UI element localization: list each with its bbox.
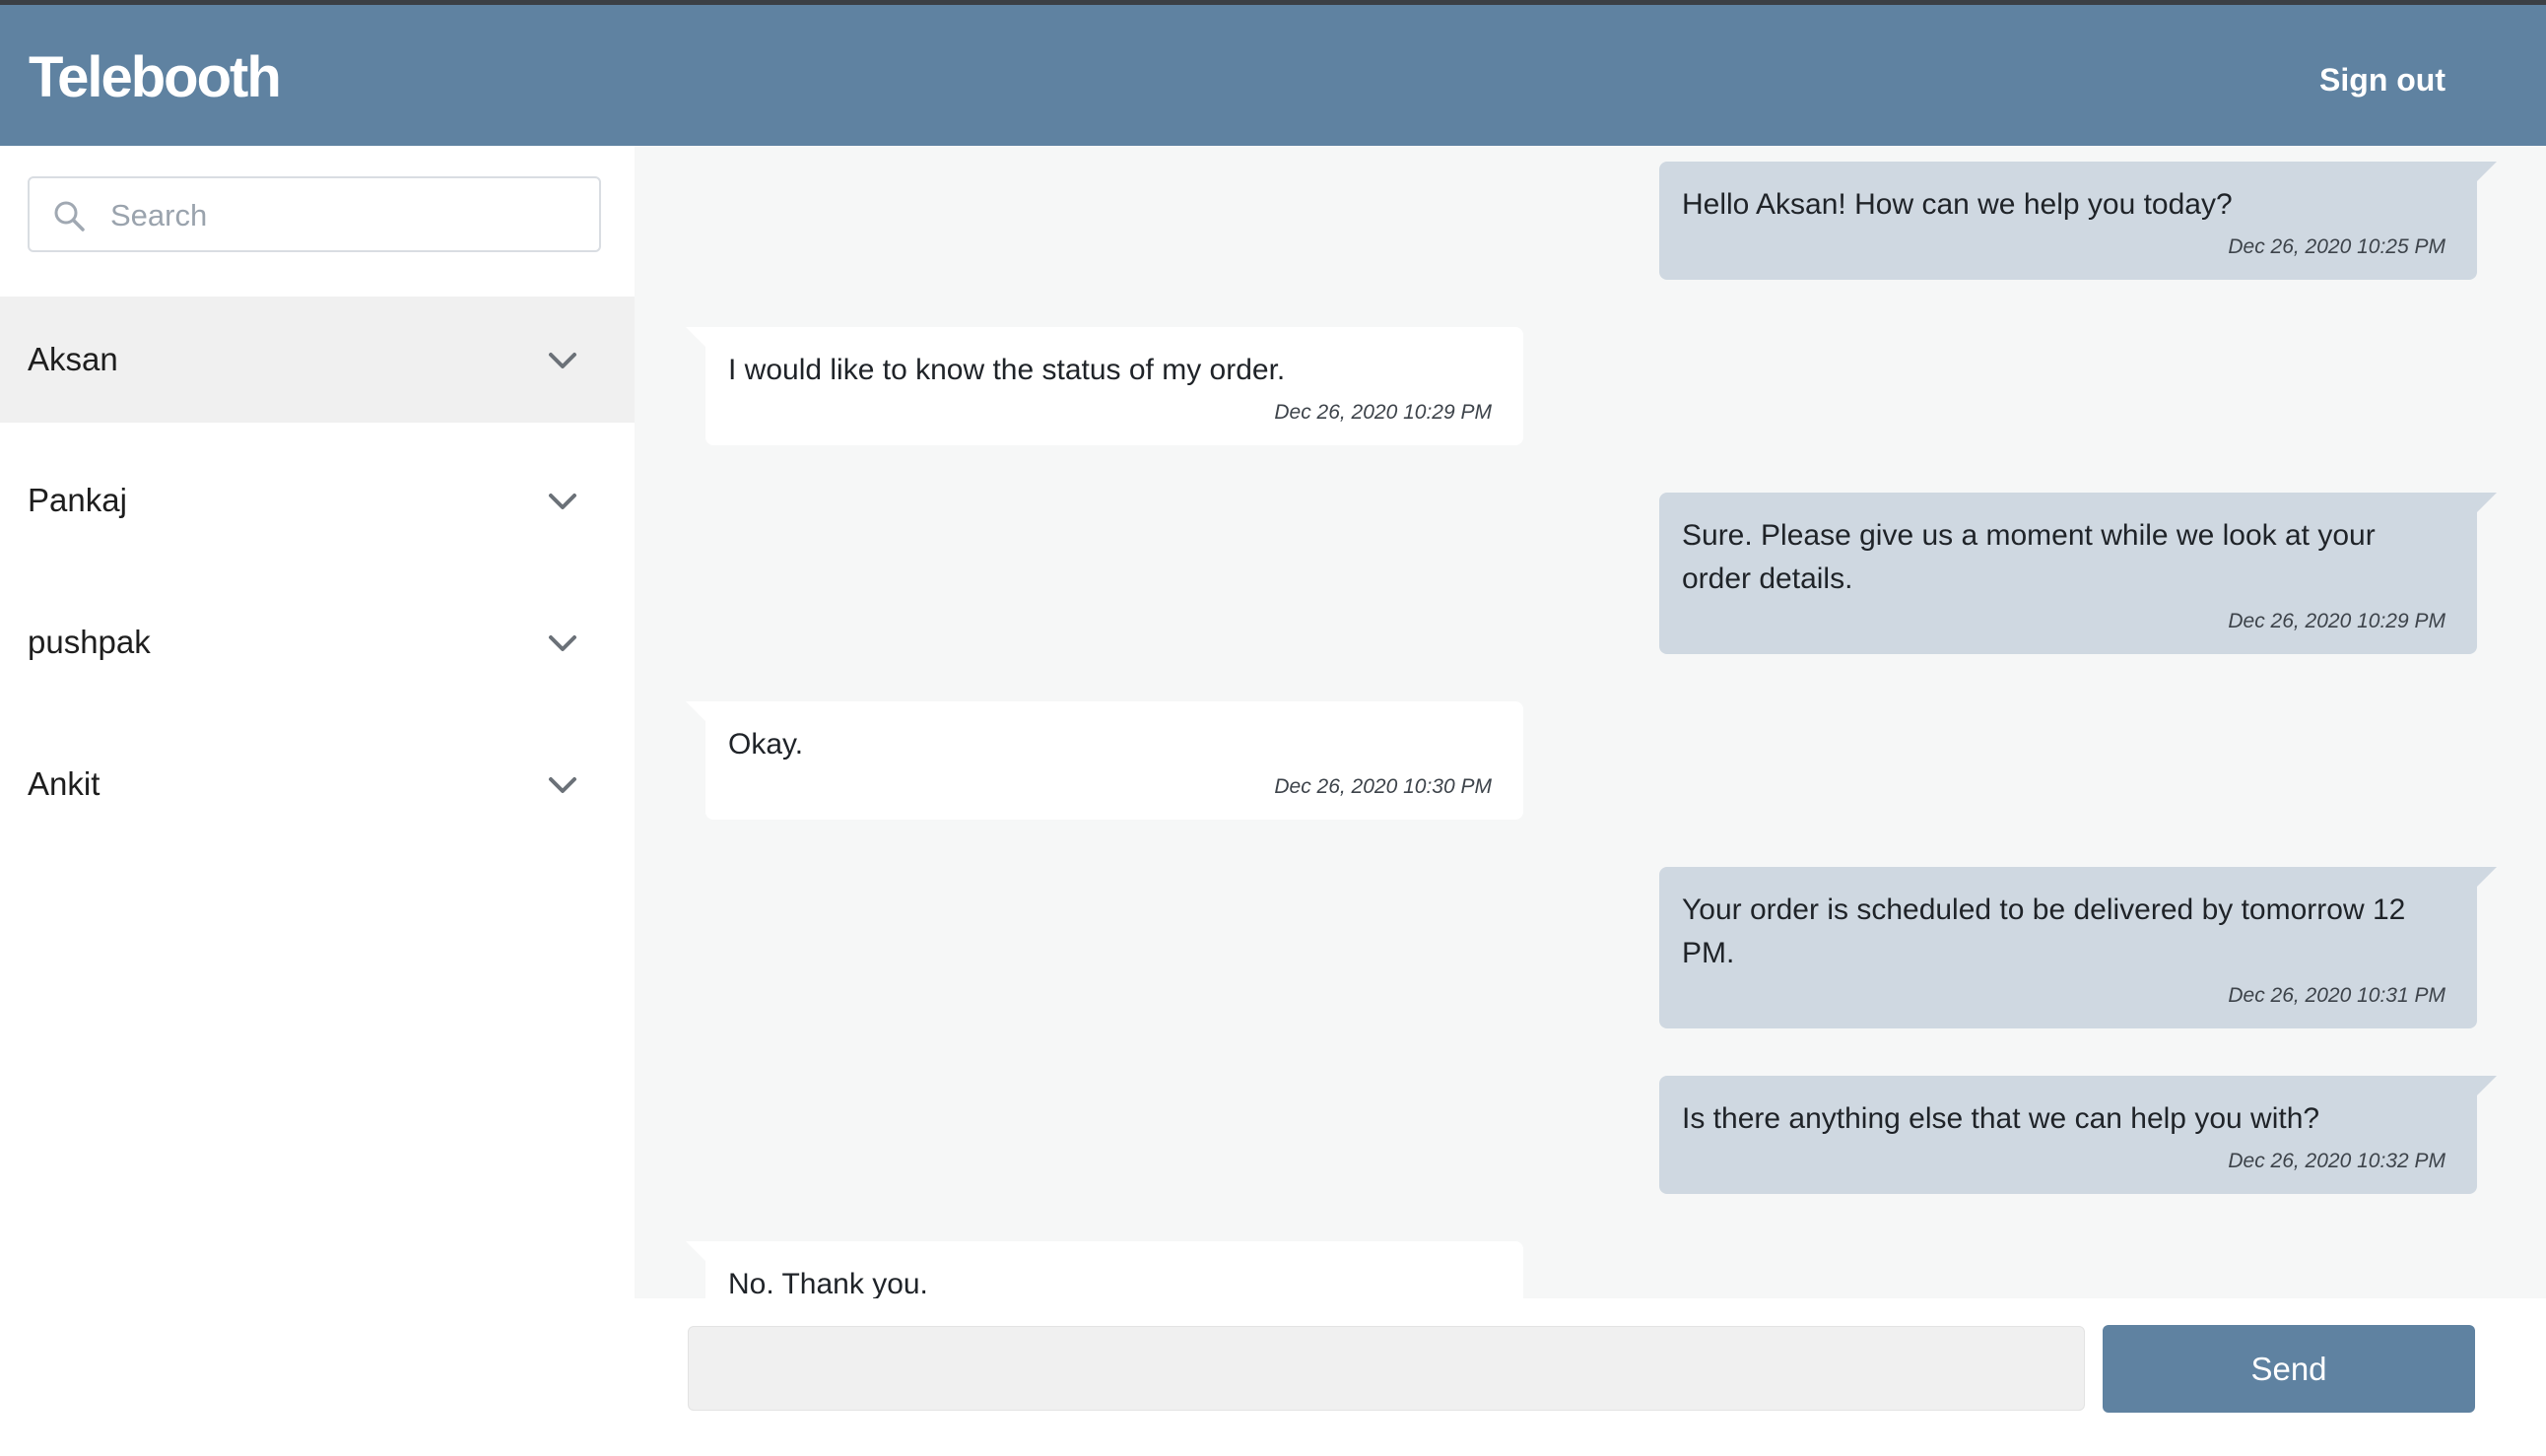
contact-item-ankit[interactable]: Ankit <box>0 721 635 847</box>
chevron-down-icon[interactable] <box>545 484 580 519</box>
message-text: Sure. Please give us a moment while we l… <box>1682 519 2376 595</box>
chevron-down-icon[interactable] <box>545 343 580 378</box>
contact-name: pushpak <box>28 624 151 660</box>
message-timestamp: Dec 26, 2020 10:31 PM <box>2228 984 2446 1007</box>
message-timestamp: Dec 26, 2020 10:29 PM <box>1274 401 1492 424</box>
chat-messages-panel[interactable]: Hello Aksan! How can we help you today? … <box>635 146 2546 1298</box>
message-text: Hello Aksan! How can we help you today? <box>1682 188 2233 221</box>
message-incoming: No. Thank you. <box>686 1241 1523 1298</box>
message-composer: Send <box>635 1298 2546 1456</box>
message-text: Is there anything else that we can help … <box>1682 1102 2320 1135</box>
message-incoming: I would like to know the status of my or… <box>686 327 1523 445</box>
send-button[interactable]: Send <box>2103 1325 2475 1413</box>
contact-item-aksan[interactable]: Aksan <box>0 297 635 423</box>
contacts-sidebar: Aksan Pankaj pushpak Ankit <box>0 146 635 1456</box>
search-icon <box>54 201 85 232</box>
contact-name: Aksan <box>28 341 118 377</box>
contact-item-pankaj[interactable]: Pankaj <box>0 437 635 563</box>
chevron-down-icon[interactable] <box>545 767 580 803</box>
message-text: No. Thank you. <box>728 1268 928 1298</box>
message-outgoing: Hello Aksan! How can we help you today? … <box>1659 162 2497 280</box>
message-timestamp: Dec 26, 2020 10:32 PM <box>2228 1150 2446 1172</box>
contact-name: Pankaj <box>28 482 127 518</box>
message-timestamp: Dec 26, 2020 10:25 PM <box>2228 235 2446 258</box>
message-outgoing: Sure. Please give us a moment while we l… <box>1659 493 2497 654</box>
message-text: Your order is scheduled to be delivered … <box>1682 893 2406 969</box>
contact-item-pushpak[interactable]: pushpak <box>0 579 635 705</box>
chevron-down-icon[interactable] <box>545 626 580 661</box>
contact-name: Ankit <box>28 765 100 802</box>
app-window: Telebooth Sign out Aksan Pankaj pushpak <box>0 0 2546 1456</box>
message-outgoing: Your order is scheduled to be delivered … <box>1659 867 2497 1028</box>
search-box[interactable] <box>28 176 601 252</box>
message-outgoing: Is there anything else that we can help … <box>1659 1076 2497 1194</box>
message-text: Okay. <box>728 728 804 761</box>
message-text: I would like to know the status of my or… <box>728 354 1286 386</box>
search-input[interactable] <box>108 178 585 252</box>
app-header: Telebooth Sign out <box>0 5 2546 146</box>
message-incoming: Okay. Dec 26, 2020 10:30 PM <box>686 701 1523 820</box>
brand-logo: Telebooth <box>29 45 282 109</box>
message-timestamp: Dec 26, 2020 10:30 PM <box>1274 775 1492 798</box>
message-input[interactable] <box>688 1326 2085 1411</box>
message-timestamp: Dec 26, 2020 10:29 PM <box>2228 610 2446 632</box>
sign-out-link[interactable]: Sign out <box>2319 56 2446 103</box>
